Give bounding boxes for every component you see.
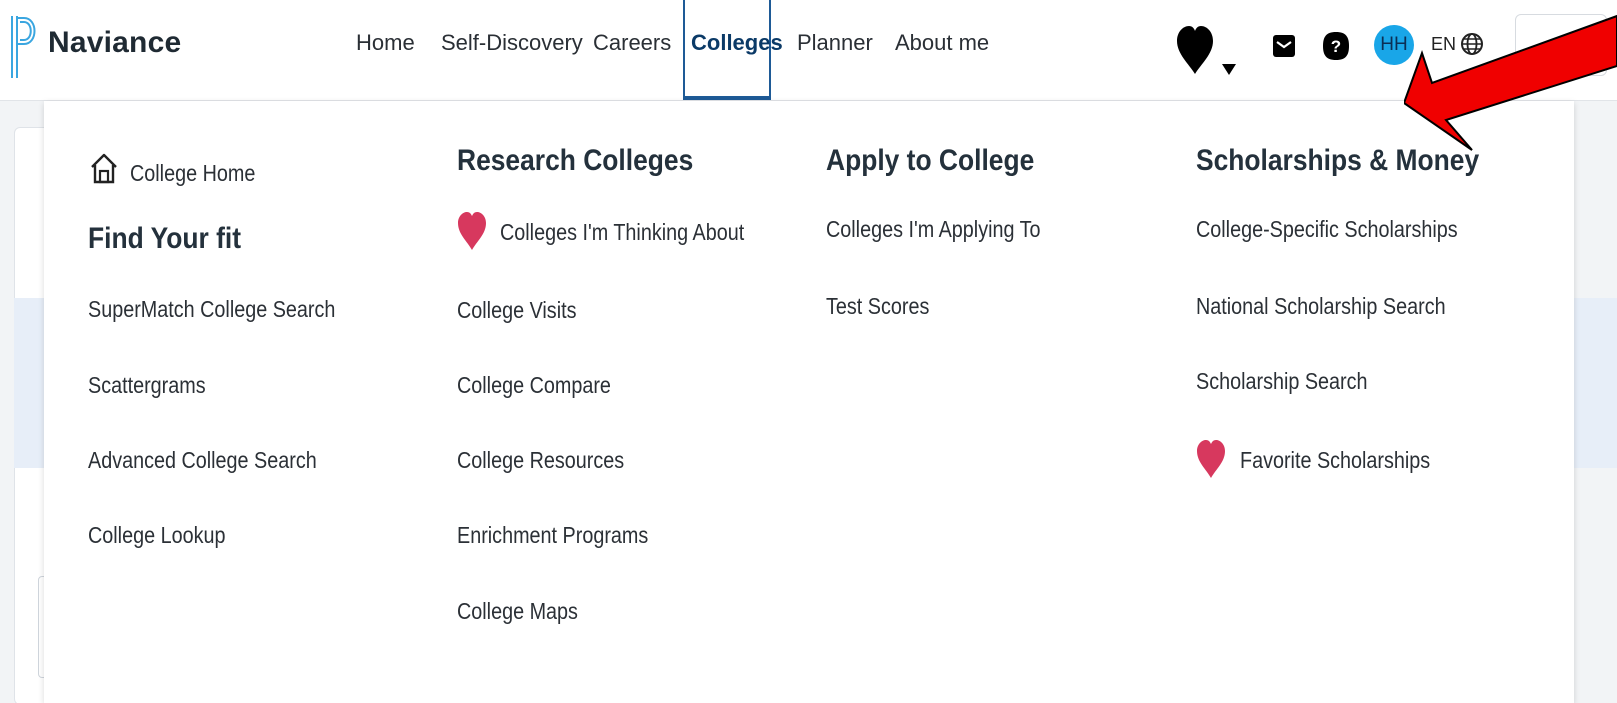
annotation-arrow-icon: [1404, 14, 1617, 151]
mail-icon[interactable]: [1272, 34, 1296, 58]
college-compare-link[interactable]: College Compare: [457, 372, 611, 399]
nav-planner[interactable]: Planner: [797, 30, 873, 56]
naviance-logo-icon: [11, 16, 36, 78]
help-icon[interactable]: ?: [1322, 31, 1350, 61]
advanced-college-search-link[interactable]: Advanced College Search: [88, 447, 317, 474]
nav-self-discovery[interactable]: Self-Discovery: [441, 30, 583, 56]
svg-text:?: ?: [1331, 37, 1341, 56]
research-colleges-heading: Research Colleges: [457, 144, 694, 177]
colleges-applying-to-link[interactable]: Colleges I'm Applying To: [826, 216, 1041, 243]
college-home-link[interactable]: College Home: [130, 160, 255, 187]
national-scholarship-search-link[interactable]: National Scholarship Search: [1196, 293, 1446, 320]
nav-about-me[interactable]: About me: [895, 30, 989, 56]
nav-home[interactable]: Home: [356, 30, 415, 56]
favorite-scholarships-link[interactable]: Favorite Scholarships: [1240, 447, 1430, 474]
find-your-fit-heading: Find Your fit: [88, 222, 242, 255]
colleges-thinking-about-link[interactable]: Colleges I'm Thinking About: [500, 219, 744, 246]
college-lookup-link[interactable]: College Lookup: [88, 522, 225, 549]
heart-icon[interactable]: [1175, 24, 1215, 76]
nav-careers[interactable]: Careers: [593, 30, 671, 56]
college-visits-link[interactable]: College Visits: [457, 297, 576, 324]
college-resources-link[interactable]: College Resources: [457, 447, 624, 474]
college-specific-scholarships-link[interactable]: College-Specific Scholarships: [1196, 216, 1458, 243]
top-navigation-bar: Naviance Home Self-Discovery Careers Col…: [0, 0, 1617, 101]
test-scores-link[interactable]: Test Scores: [826, 293, 929, 320]
college-maps-link[interactable]: College Maps: [457, 598, 578, 625]
scholarship-search-link[interactable]: Scholarship Search: [1196, 368, 1368, 395]
nav-colleges[interactable]: Colleges: [691, 30, 783, 56]
supermatch-college-search-link[interactable]: SuperMatch College Search: [88, 296, 335, 323]
background-right-strip: [1574, 298, 1617, 468]
home-icon: [91, 153, 117, 184]
app-window: Naviance Home Self-Discovery Careers Col…: [0, 0, 1617, 703]
colleges-dropdown-menu: College Home Find Your fit SuperMatch Co…: [44, 101, 1574, 703]
favorite-heart-icon: [458, 212, 486, 250]
scattergrams-link[interactable]: Scattergrams: [88, 372, 206, 399]
favorite-heart-icon: [1197, 440, 1225, 478]
apply-to-college-heading: Apply to College: [826, 144, 1035, 177]
chevron-down-icon[interactable]: [1221, 62, 1237, 76]
brand-name[interactable]: Naviance: [48, 26, 181, 60]
enrichment-programs-link[interactable]: Enrichment Programs: [457, 522, 648, 549]
